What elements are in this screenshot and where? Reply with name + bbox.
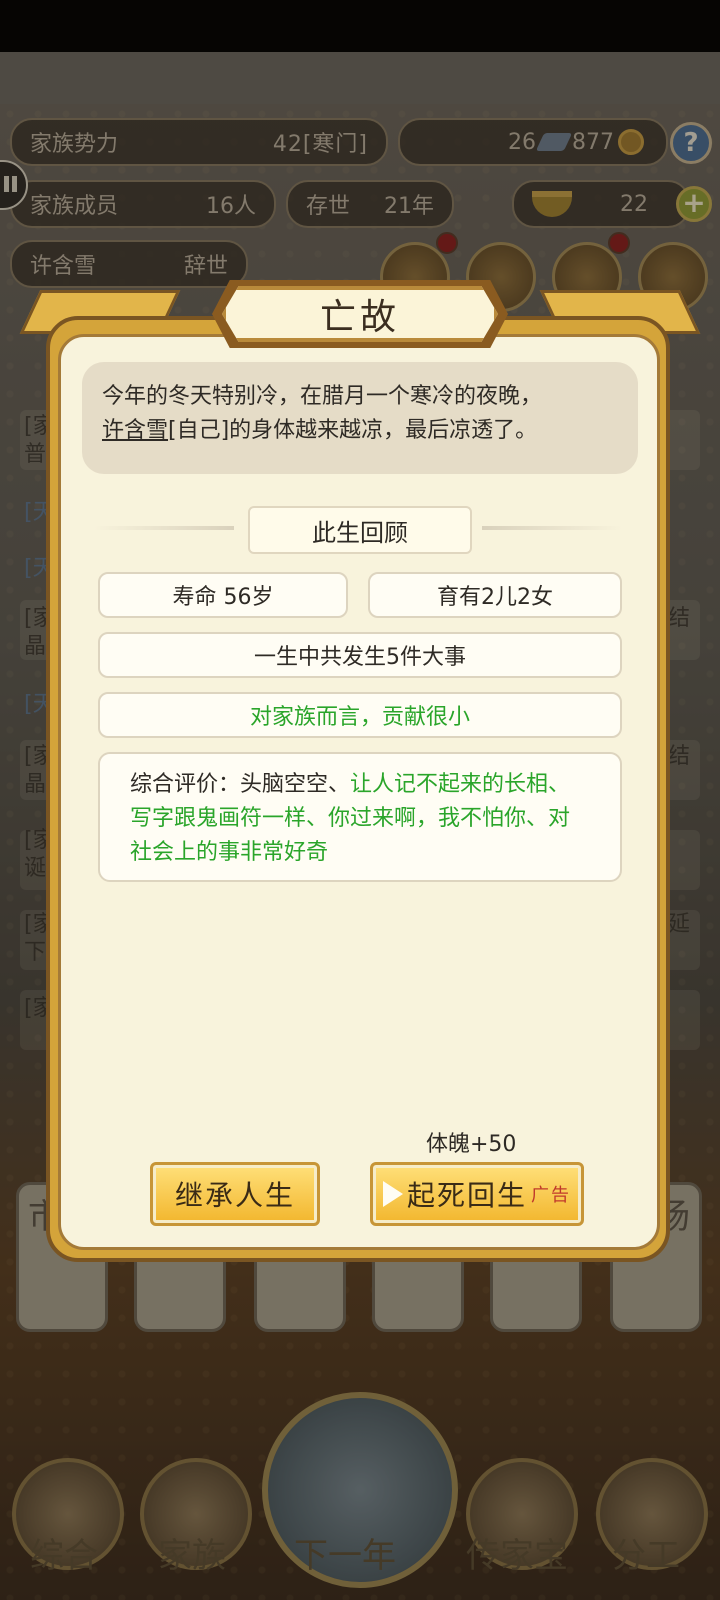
evaluation-card: 综合评价：头脑空空、让人记不起来的长相、写字跟鬼画符一样、你过来啊，我不怕你、对… — [98, 752, 622, 882]
section-divider-left — [94, 526, 234, 530]
ad-label: 广告 — [531, 1185, 571, 1206]
revive-bonus: 体魄+50 — [426, 1132, 517, 1157]
children-card: 育有2儿2女 — [368, 572, 622, 618]
death-text-line2: 许含雪[自己]的身体越来越凉，最后凉透了。 — [102, 414, 618, 448]
dialog-title: 亡故 — [319, 297, 400, 338]
revive-button[interactable]: 起死回生 广告 — [370, 1162, 584, 1226]
death-text-rest: [自己]的身体越来越凉，最后凉透了。 — [168, 418, 538, 443]
deceased-name-link[interactable]: 许含雪 — [102, 418, 168, 443]
inherit-life-button[interactable]: 继承人生 — [150, 1162, 320, 1226]
revive-label: 起死回生 — [406, 1179, 527, 1212]
play-icon — [382, 1181, 403, 1207]
lifespan-card: 寿命 56岁 — [98, 572, 348, 618]
eval-label: 综合评价： — [130, 772, 241, 797]
eval-plain: 头脑空空、 — [240, 772, 351, 797]
contribution-card: 对家族而言，贡献很小 — [98, 692, 622, 738]
inherit-life-label: 继承人生 — [174, 1179, 295, 1212]
death-description: 今年的冬天特别冷，在腊月一个寒冷的夜晚， 许含雪[自己]的身体越来越凉，最后凉透… — [82, 362, 638, 474]
section-title: 此生回顾 — [248, 506, 472, 554]
section-divider-right — [482, 526, 622, 530]
events-card: 一生中共发生5件大事 — [98, 632, 622, 678]
death-text-line1: 今年的冬天特别冷，在腊月一个寒冷的夜晚， — [102, 384, 543, 409]
title-banner: 亡故 — [222, 286, 498, 342]
